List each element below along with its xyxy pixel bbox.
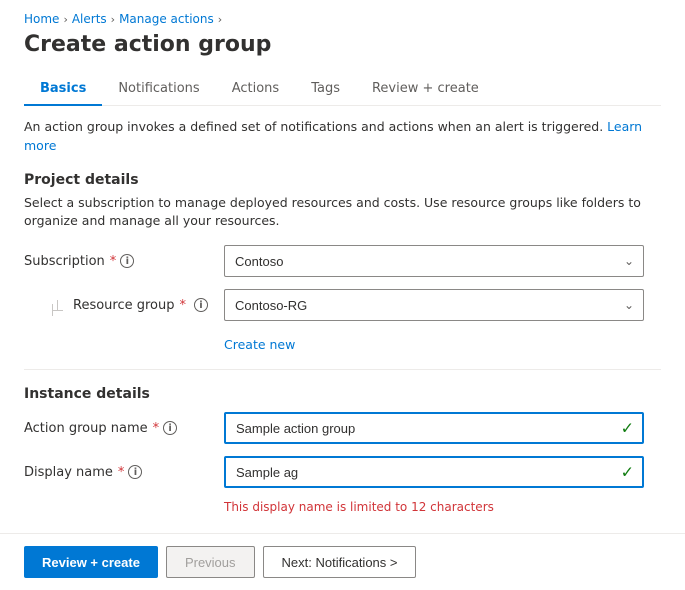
display-name-required: * xyxy=(118,465,125,480)
create-new-link[interactable]: Create new xyxy=(224,337,295,352)
subscription-row: Subscription * i Contoso ⌄ xyxy=(24,245,661,277)
action-group-name-input[interactable] xyxy=(224,412,644,444)
project-details-title: Project details xyxy=(24,172,661,188)
display-name-info-icon[interactable]: i xyxy=(128,465,142,479)
tab-tags[interactable]: Tags xyxy=(295,73,356,106)
breadcrumb: Home › Alerts › Manage actions › xyxy=(24,12,661,26)
resource-group-row: Resource group * i Contoso-RG ⌄ xyxy=(24,289,661,321)
action-group-name-label: Action group name * i xyxy=(24,421,224,436)
next-notifications-button[interactable]: Next: Notifications > xyxy=(263,546,417,578)
subscription-required: * xyxy=(110,254,117,269)
tab-actions[interactable]: Actions xyxy=(216,73,296,106)
action-group-name-row: Action group name * i ✓ xyxy=(24,412,661,444)
display-name-row: Display name * i ✓ xyxy=(24,456,661,488)
footer: Review + create Previous Next: Notificat… xyxy=(0,533,685,590)
action-group-name-required: * xyxy=(153,421,160,436)
breadcrumb-home[interactable]: Home xyxy=(24,12,59,26)
info-banner: An action group invokes a defined set of… xyxy=(24,118,661,156)
resource-group-select-wrapper: Contoso-RG ⌄ xyxy=(224,289,644,321)
tab-notifications[interactable]: Notifications xyxy=(102,73,215,106)
display-name-label: Display name * i xyxy=(24,465,224,480)
project-details-desc: Select a subscription to manage deployed… xyxy=(24,194,661,232)
tab-review-create[interactable]: Review + create xyxy=(356,73,495,106)
display-name-input-wrapper: ✓ xyxy=(224,456,644,488)
tab-basics[interactable]: Basics xyxy=(24,73,102,106)
resource-group-info-icon[interactable]: i xyxy=(194,298,208,312)
display-name-input[interactable] xyxy=(224,456,644,488)
action-group-name-info-icon[interactable]: i xyxy=(163,421,177,435)
action-group-name-input-wrapper: ✓ xyxy=(224,412,644,444)
previous-button: Previous xyxy=(166,546,255,578)
char-limit-note: This display name is limited to 12 chara… xyxy=(224,500,661,514)
subscription-select-wrapper: Contoso ⌄ xyxy=(224,245,644,277)
review-create-button[interactable]: Review + create xyxy=(24,546,158,578)
resource-group-label-container: Resource group * i xyxy=(24,298,224,313)
display-name-check-icon: ✓ xyxy=(621,463,634,482)
action-group-name-check-icon: ✓ xyxy=(621,419,634,438)
resource-group-required: * xyxy=(180,298,187,313)
subscription-label: Subscription * i xyxy=(24,254,224,269)
info-banner-text: An action group invokes a defined set of… xyxy=(24,119,603,134)
resource-group-label: Resource group xyxy=(73,298,175,313)
breadcrumb-alerts[interactable]: Alerts xyxy=(72,12,107,26)
resource-group-select[interactable]: Contoso-RG xyxy=(224,289,644,321)
breadcrumb-manage-actions[interactable]: Manage actions xyxy=(119,12,214,26)
tab-bar: Basics Notifications Actions Tags Review… xyxy=(24,73,661,106)
page-title: Create action group xyxy=(24,32,661,57)
section-divider xyxy=(24,369,661,370)
instance-details-title: Instance details xyxy=(24,386,661,402)
subscription-info-icon[interactable]: i xyxy=(120,254,134,268)
subscription-select[interactable]: Contoso xyxy=(224,245,644,277)
